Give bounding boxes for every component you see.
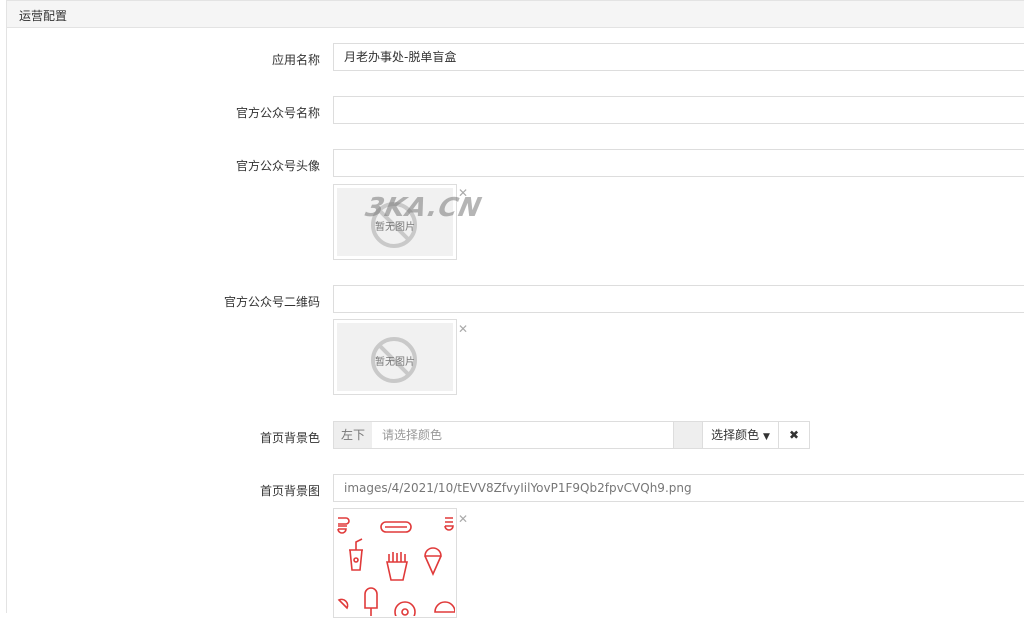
remove-qrcode-icon[interactable]: ✕ xyxy=(458,323,468,335)
pick-color-label: 选择颜色 xyxy=(711,428,760,442)
official-name-label: 官方公众号名称 xyxy=(235,106,320,120)
official-avatar-input[interactable] xyxy=(333,149,1024,177)
official-qrcode-label: 官方公众号二维码 xyxy=(223,295,320,309)
app-name-label: 应用名称 xyxy=(271,53,320,67)
official-name-input[interactable] xyxy=(333,96,1024,124)
color-prefix-addon: 左下 xyxy=(333,421,373,449)
no-image-text: 暂无图片 xyxy=(375,357,415,368)
clear-color-icon[interactable]: ✖ xyxy=(778,421,810,449)
color-swatch xyxy=(673,421,703,449)
food-pattern-image xyxy=(337,517,456,619)
pick-color-button[interactable]: 选择颜色 ▼ xyxy=(702,421,779,449)
app-name-input[interactable]: 月老办事处-脱单盲盒 xyxy=(333,43,1024,71)
panel-title: 运营配置 xyxy=(19,9,68,23)
official-qrcode-input[interactable] xyxy=(333,285,1024,313)
remove-bg-image-icon[interactable]: ✕ xyxy=(458,513,468,525)
home-bg-image-thumbnail[interactable] xyxy=(333,508,457,619)
official-avatar-label: 官方公众号头像 xyxy=(235,159,320,173)
color-input[interactable]: 请选择颜色 xyxy=(372,421,674,449)
panel-header: 运营配置 xyxy=(6,0,1024,28)
watermark: 3KA.CN xyxy=(362,193,485,223)
home-bg-image-input[interactable]: images/4/2021/10/tEVV8ZfvyIilYovP1F9Qb2f… xyxy=(333,474,1024,502)
official-qrcode-thumbnail[interactable]: 暂无图片 xyxy=(333,319,457,395)
home-bg-image-label: 首页背景图 xyxy=(259,484,320,498)
caret-down-icon: ▼ xyxy=(762,432,770,442)
home-bg-color-label: 首页背景色 xyxy=(259,431,320,445)
